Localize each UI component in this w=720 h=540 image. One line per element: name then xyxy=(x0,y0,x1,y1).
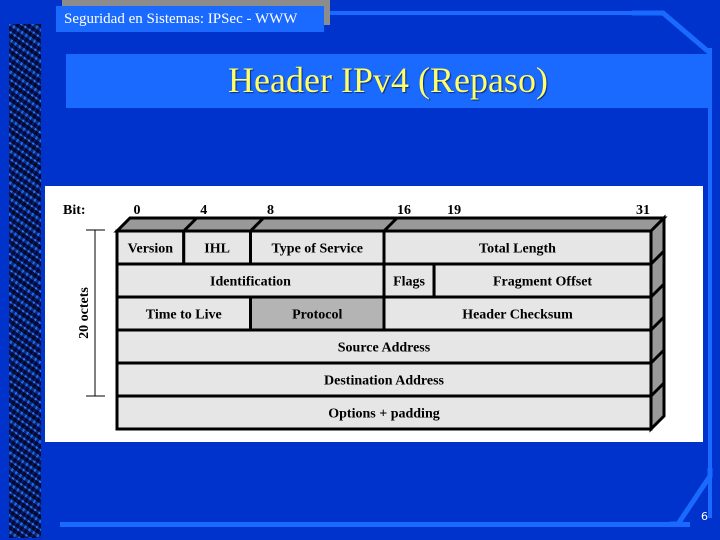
header-row: Source Address xyxy=(115,328,653,365)
bit-label: Bit: xyxy=(63,203,86,218)
diagram-3d-top xyxy=(113,216,668,233)
course-title: Seguridad en Sistemas: IPSec - WWW xyxy=(56,6,324,32)
field-label-source-address: Source Address xyxy=(338,341,431,356)
bit-tick-0: 0 xyxy=(134,203,141,218)
slide-title: Header IPv4 (Repaso) xyxy=(228,60,548,100)
header-row: Time to Live Protocol Header Checksum xyxy=(115,295,653,332)
page-number: 6 xyxy=(701,510,708,523)
frame-line-top xyxy=(325,11,635,15)
header-row: Destination Address xyxy=(115,361,653,398)
decorative-texture-strip xyxy=(9,24,41,538)
bit-tick-4: 4 xyxy=(200,203,207,218)
field-label-flags: Flags xyxy=(393,275,425,290)
diagram-3d-side xyxy=(649,214,666,433)
field-label-identification: Identification xyxy=(210,275,291,290)
field-label-version: Version xyxy=(128,242,174,257)
field-label-ihl: IHL xyxy=(204,242,230,257)
frame-corner-top-right xyxy=(632,10,712,54)
frame-line-right xyxy=(708,48,712,518)
bit-tick-16: 16 xyxy=(397,203,411,218)
field-label-header-checksum: Header Checksum xyxy=(462,308,573,323)
field-label-type-of-service: Type of Service xyxy=(272,242,364,257)
field-label-total-length: Total Length xyxy=(479,242,556,257)
field-label-destination-address: Destination Address xyxy=(324,374,444,389)
header-row: Options + padding xyxy=(115,394,653,431)
field-label-fragment-offset: Fragment Offset xyxy=(493,275,592,290)
ipv4-header-diagram: Bit: 0 4 8 16 19 31 20 octets Version IHL Type … xyxy=(45,186,703,442)
frame-line-bottom xyxy=(60,522,690,527)
field-label-options-padding: Options + padding xyxy=(328,407,439,422)
header-row: Identification Flags Fragment Offset xyxy=(115,262,653,299)
bit-tick-8: 8 xyxy=(267,203,274,218)
diagram-svg: Bit: 0 4 8 16 19 31 20 octets Version IHL Type … xyxy=(63,203,668,433)
field-label-time-to-live: Time to Live xyxy=(146,308,222,323)
title-bar: Header IPv4 (Repaso) xyxy=(66,54,710,108)
field-label-protocol: Protocol xyxy=(292,308,342,323)
bit-tick-19: 19 xyxy=(447,203,461,218)
size-label-20-octets: 20 octets xyxy=(77,287,92,339)
frame-corner-bottom-right xyxy=(670,468,713,527)
header-row: Version IHL Type of Service Total Length xyxy=(115,229,653,266)
bit-tick-31: 31 xyxy=(636,203,650,218)
